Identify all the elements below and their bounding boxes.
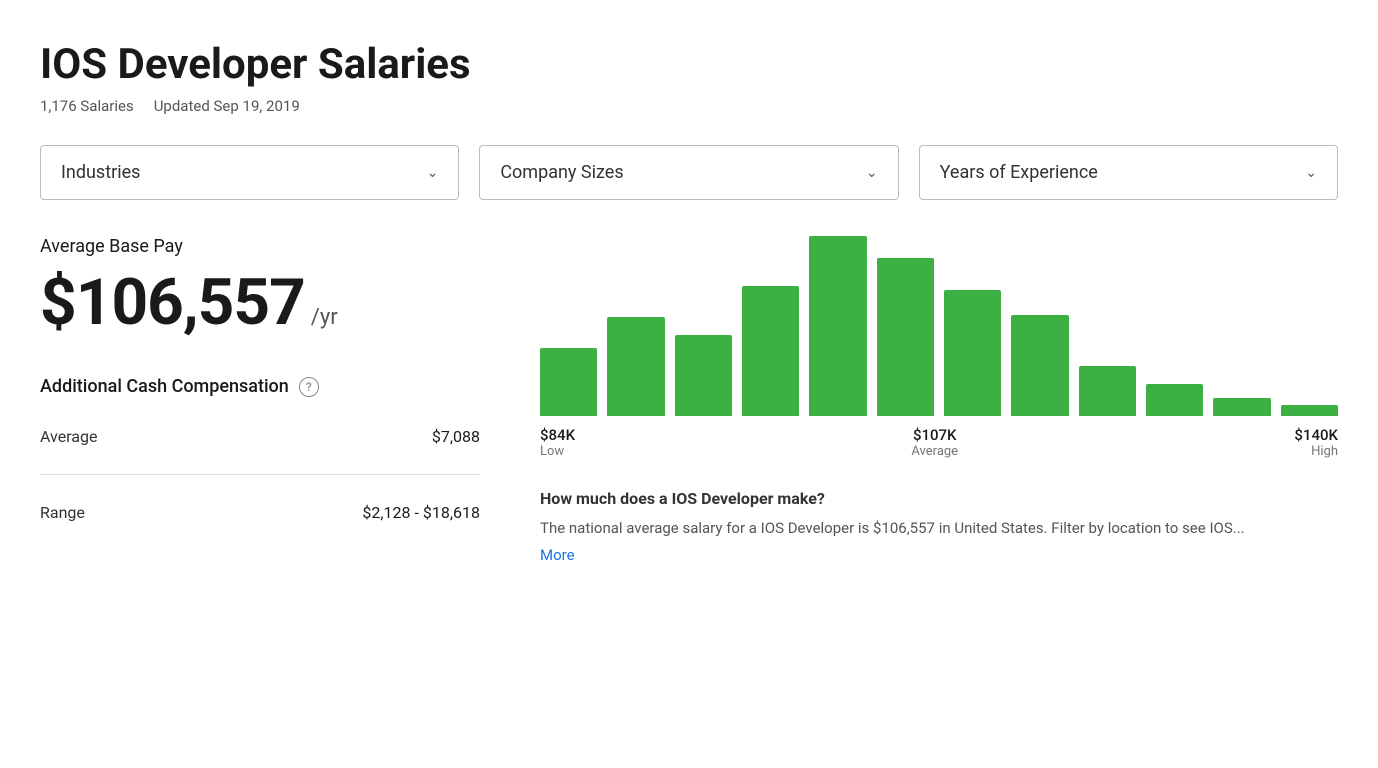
chart-bar [944,290,1001,416]
comp-row: Average $7,088 [40,413,480,460]
chart-bar [1079,366,1136,416]
chart-low-desc: Low [540,444,575,459]
comp-row: Range $2,128 - $18,618 [40,489,480,536]
chart-avg-value: $107K [911,426,958,444]
chart-label-average: $107K Average [911,426,958,459]
salary-period: /yr [311,305,338,330]
chevron-down-icon: ⌄ [866,165,878,181]
comp-value: $7,088 [432,427,480,446]
chart-label-low: $84K Low [540,426,575,459]
chart-bar [742,286,799,416]
filters-row: Industries ⌄ Company Sizes ⌄ Years of Ex… [40,145,1338,200]
filter-label-industries: Industries [61,162,140,183]
chart-bar [877,258,934,416]
chart-bar [1146,384,1203,416]
cash-comp-section: Additional Cash Compensation ? Average $… [40,376,480,536]
chart-bar [1281,405,1338,416]
description-text: The national average salary for a IOS De… [540,516,1338,540]
salary-count: 1,176 Salaries [40,97,134,115]
salary-display: $106,557 /yr [40,265,480,340]
comp-label: Range [40,503,85,522]
avg-base-label: Average Base Pay [40,236,480,257]
chart-labels: $84K Low $107K Average $140K High [540,426,1338,459]
comp-value: $2,128 - $18,618 [362,503,480,522]
cash-comp-header: Additional Cash Compensation ? [40,376,480,397]
chart-label-high: $140K High [1294,426,1338,459]
chart-bar [607,317,664,416]
chevron-down-icon: ⌄ [427,165,439,181]
bars-wrapper [540,236,1338,416]
description-title: How much does a IOS Developer make? [540,489,1338,508]
left-panel: Average Base Pay $106,557 /yr Additional… [40,236,480,564]
page-title: IOS Developer Salaries [40,40,1338,89]
more-link[interactable]: More [540,546,575,564]
chart-container: $84K Low $107K Average $140K High [540,236,1338,459]
chart-bar [1011,315,1068,416]
filter-dropdown-company-sizes[interactable]: Company Sizes ⌄ [479,145,898,200]
chart-bar [809,236,866,416]
help-icon[interactable]: ? [299,377,319,397]
filter-label-years-of-experience: Years of Experience [940,162,1098,183]
filter-label-company-sizes: Company Sizes [500,162,623,183]
chart-bar [540,348,597,416]
divider [40,474,480,475]
chart-high-value: $140K [1294,426,1338,444]
subtitle-row: 1,176 Salaries Updated Sep 19, 2019 [40,97,1338,115]
cash-comp-title: Additional Cash Compensation [40,376,289,397]
filter-dropdown-industries[interactable]: Industries ⌄ [40,145,459,200]
main-content: Average Base Pay $106,557 /yr Additional… [40,236,1338,564]
chart-avg-desc: Average [911,444,958,459]
comp-label: Average [40,427,97,446]
chart-bar [1213,398,1270,416]
salary-amount: $106,557 [40,265,305,340]
chart-high-desc: High [1294,444,1338,459]
filter-dropdown-years-of-experience[interactable]: Years of Experience ⌄ [919,145,1338,200]
chart-bar [675,335,732,416]
updated-date: Updated Sep 19, 2019 [154,97,300,115]
chart-low-value: $84K [540,426,575,444]
right-panel: $84K Low $107K Average $140K High How mu… [540,236,1338,564]
chevron-down-icon: ⌄ [1305,165,1317,181]
description-section: How much does a IOS Developer make? The … [540,489,1338,564]
